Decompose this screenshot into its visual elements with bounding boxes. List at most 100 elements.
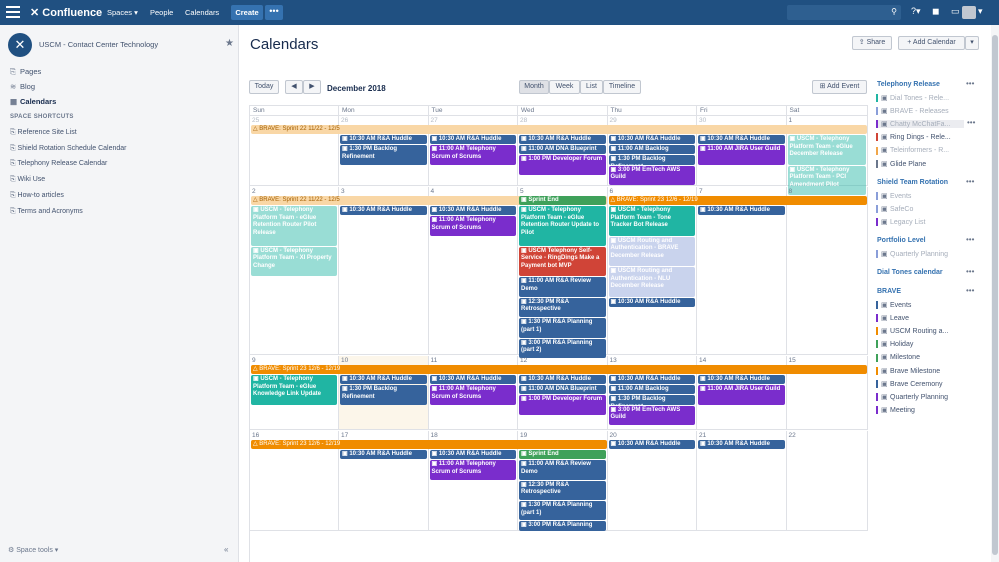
- view-timeline-button[interactable]: Timeline: [603, 80, 641, 94]
- calendar-event[interactable]: ▣ 11:00 AM Telephony Scrum of Scrums: [429, 145, 516, 165]
- calendar-event[interactable]: ▣ 10:30 AM R&A Huddle: [608, 375, 695, 385]
- next-month-button[interactable]: ▶: [303, 80, 321, 94]
- shortcut-link[interactable]: ⎘ Shield Rotation Schedule Calendar: [10, 145, 127, 153]
- space-logo[interactable]: ✕: [8, 33, 32, 57]
- group-options-icon[interactable]: •••: [966, 267, 974, 276]
- calendar-item[interactable]: ▣ Milestone: [876, 353, 920, 362]
- calendar-event[interactable]: ▣ Sprint End: [519, 450, 606, 460]
- calendar-item[interactable]: ▣ USCM Routing a...: [876, 327, 948, 336]
- calendar-event[interactable]: ▣ USCM - Telephony Platform Team - Tone …: [608, 206, 695, 236]
- calendar-item[interactable]: ▣ Holiday: [876, 340, 913, 349]
- calendar-event[interactable]: ▣ 10:30 AM R&A Huddle: [340, 206, 427, 216]
- calendar-item[interactable]: ▣ Events: [876, 191, 911, 200]
- notifications-icon[interactable]: ◼: [932, 6, 939, 17]
- item-options-icon[interactable]: •••: [967, 118, 975, 127]
- sprint-banner[interactable]: △ BRAVE: Sprint 23 12/6 - 12/19: [251, 440, 607, 449]
- calendar-event[interactable]: ▣ 1:30 PM Backlog Refinement: [608, 395, 695, 405]
- space-tools-button[interactable]: ⚙ Space tools ▾: [8, 546, 58, 554]
- calendar-item[interactable]: ▣ Chatty McChatFa...: [876, 120, 964, 129]
- calendar-event[interactable]: ▣ 10:30 AM R&A Huddle: [608, 135, 695, 145]
- sidebar-item-blog[interactable]: ≋ Blog: [10, 82, 35, 91]
- calendar-item[interactable]: ▣ Events: [876, 301, 911, 310]
- calendar-event[interactable]: ▣ 10:30 AM R&A Huddle: [608, 297, 695, 307]
- workbox-icon[interactable]: ▭: [951, 6, 960, 17]
- calendar-event[interactable]: ▣ 11:00 AM Telephony Scrum of Scrums: [429, 216, 516, 236]
- calendar-item[interactable]: ▣ Legacy List: [876, 217, 925, 226]
- view-week-button[interactable]: Week: [549, 80, 580, 94]
- calendar-event[interactable]: ▣ 10:30 AM R&A Huddle: [608, 439, 695, 449]
- calendar-item[interactable]: ▣ Quarterly Planning: [876, 392, 948, 401]
- calendar-event[interactable]: ▣ 11:00 AM Backlog: [608, 385, 695, 395]
- shortcut-link[interactable]: ⎘ Telephony Release Calendar: [10, 160, 107, 168]
- sprint-banner[interactable]: △ BRAVE: Sprint 22 11/22 - 12/5: [251, 125, 867, 134]
- sprint-banner[interactable]: △ BRAVE: Sprint 23 12/6 - 12/19: [251, 365, 867, 374]
- calendar-event[interactable]: ▣ USCM - Telephony Platform Team - eGlue…: [519, 206, 606, 246]
- calendar-event[interactable]: ▣ 10:30 AM R&A Huddle: [698, 439, 785, 449]
- user-menu-chevron-icon[interactable]: ▾: [978, 6, 983, 17]
- calendar-item[interactable]: ▣ BRAVE - Releases: [876, 107, 949, 116]
- calendar-event[interactable]: ▣ 1:30 PM R&A Planning (part 1): [519, 318, 606, 338]
- calendar-item[interactable]: ▣ Meeting: [876, 405, 915, 414]
- search-input[interactable]: ⚲: [787, 5, 901, 20]
- calendar-event[interactable]: ▣ 10:30 AM R&A Huddle: [698, 206, 785, 216]
- calendar-event[interactable]: ▣ USCM - Telephony Platform Team - XI Pr…: [251, 246, 337, 277]
- calendar-group-header[interactable]: Telephony Release: [877, 81, 940, 88]
- calendar-event[interactable]: ▣ 1:00 PM Developer Forum: [519, 155, 606, 175]
- calendar-item[interactable]: ▣ Ring Dings - Rele...: [876, 133, 951, 142]
- calendar-event[interactable]: ▣ 10:30 AM R&A Huddle: [429, 206, 516, 216]
- calendar-event[interactable]: ▣ 1:30 PM R&A Planning (part 1): [519, 501, 606, 521]
- calendar-event[interactable]: ▣ 10:30 AM R&A Huddle: [698, 375, 785, 385]
- calendar-event[interactable]: ▣ USCM Routing and Authentication - NLU …: [608, 267, 695, 297]
- calendar-event[interactable]: ▣ USCM - Telephony Platform Team - eGlue…: [787, 135, 866, 165]
- calendar-group-header[interactable]: Dial Tones calendar: [877, 269, 943, 276]
- shortcut-link[interactable]: ⎘ How-to articles: [10, 192, 64, 200]
- calendar-event[interactable]: ▣ 10:30 AM R&A Huddle: [429, 375, 516, 385]
- today-button[interactable]: Today: [249, 80, 279, 94]
- calendars-link[interactable]: Calendars: [185, 8, 219, 17]
- calendar-event[interactable]: ▣ Sprint End: [519, 195, 606, 205]
- star-icon[interactable]: ★: [225, 38, 234, 49]
- group-options-icon[interactable]: •••: [966, 286, 974, 295]
- sprint-banner[interactable]: △ BRAVE: Sprint 23 12/6 - 12/19: [608, 196, 867, 205]
- calendar-event[interactable]: ▣ 10:30 AM R&A Huddle: [519, 375, 606, 385]
- calendar-event[interactable]: ▣ 10:30 AM R&A Huddle: [340, 375, 427, 385]
- calendar-event[interactable]: ▣ 3:00 PM R&A Planning: [519, 521, 606, 531]
- calendar-event[interactable]: ▣ 11:00 AM R&A Review Demo: [519, 460, 606, 480]
- calendar-event[interactable]: ▣ 3:00 PM EmTech AWS Guild: [608, 165, 695, 185]
- calendar-event[interactable]: ▣ 3:00 PM EmTech AWS Guild: [608, 405, 695, 425]
- collapse-sidebar-button[interactable]: «: [224, 545, 228, 554]
- calendar-event[interactable]: ▣ 11:00 AM DNA Blueprint: [519, 385, 606, 395]
- calendar-event[interactable]: ▣ USCM - Telephony Platform Team - eGlue…: [251, 206, 337, 246]
- calendar-item[interactable]: ▣ Glide Plane: [876, 159, 926, 168]
- view-list-button[interactable]: List: [580, 80, 603, 94]
- app-switcher-icon[interactable]: [6, 6, 20, 18]
- calendar-event[interactable]: ▣ 1:30 PM Backlog Refinement: [608, 155, 695, 165]
- group-options-icon[interactable]: •••: [966, 235, 974, 244]
- calendar-event[interactable]: ▣ USCM - Telephony Platform Team - eGlue…: [251, 375, 337, 405]
- view-month-button[interactable]: Month: [519, 80, 549, 94]
- calendar-event[interactable]: ▣ 10:30 AM R&A Huddle: [340, 135, 427, 145]
- calendar-event[interactable]: ▣ USCM Routing and Authentication - BRAV…: [608, 236, 695, 267]
- calendar-event[interactable]: ▣ 1:30 PM Backlog Refinement: [340, 145, 427, 165]
- calendar-event[interactable]: ▣ 11:00 AM Telephony Scrum of Scrums: [429, 460, 516, 480]
- calendar-group-header[interactable]: Shield Team Rotation: [877, 179, 948, 186]
- calendar-event[interactable]: ▣ 1:30 PM Backlog Refinement: [340, 385, 427, 405]
- calendar-event[interactable]: ▣ 12:30 PM R&A Retrospective: [519, 480, 606, 500]
- shortcut-link[interactable]: ⎘ Reference Site List: [10, 129, 77, 137]
- calendar-event[interactable]: ▣ 12:30 PM R&A Retrospective: [519, 297, 606, 318]
- sidebar-item-calendars[interactable]: ▦ Calendars: [10, 97, 56, 106]
- create-button[interactable]: Create: [231, 5, 263, 20]
- calendar-event[interactable]: ▣ 11:00 AM DNA Blueprint: [519, 145, 606, 155]
- calendar-item[interactable]: ▣ Brave Ceremony: [876, 379, 943, 388]
- day-cell[interactable]: [786, 431, 868, 531]
- space-name[interactable]: USCM - Contact Center Technology: [39, 40, 158, 49]
- day-cell[interactable]: [786, 187, 868, 355]
- calendar-group-header[interactable]: BRAVE: [877, 288, 901, 295]
- confluence-logo[interactable]: ✕ Confluence: [30, 6, 102, 19]
- group-options-icon[interactable]: •••: [966, 79, 974, 88]
- calendar-event[interactable]: ▣ 11:00 AM Telephony Scrum of Scrums: [429, 385, 516, 405]
- prev-month-button[interactable]: ◀: [285, 80, 303, 94]
- avatar[interactable]: [962, 6, 976, 19]
- calendar-event[interactable]: ▣ 11:00 AM R&A Review Demo: [519, 277, 606, 297]
- calendar-group-header[interactable]: Portfolio Level: [877, 237, 926, 244]
